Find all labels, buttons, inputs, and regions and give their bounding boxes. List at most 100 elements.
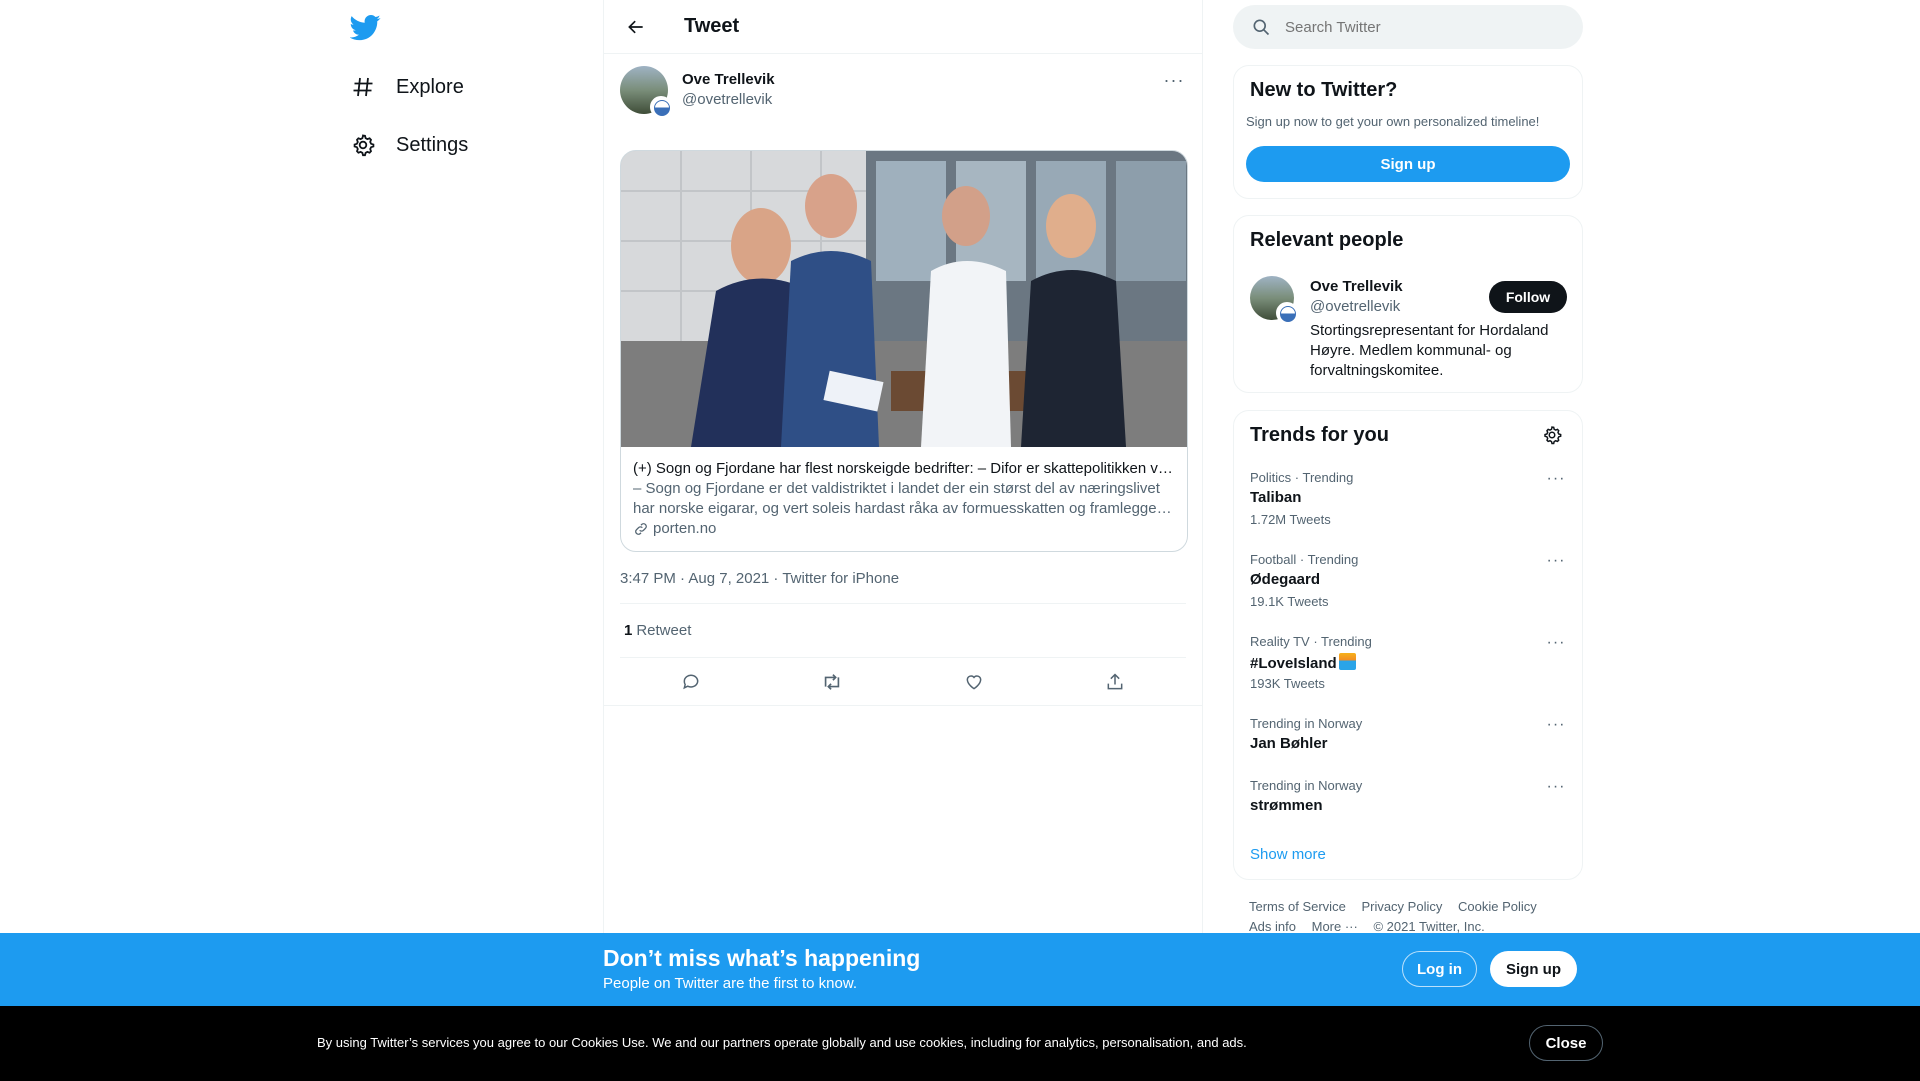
search-input[interactable] bbox=[1285, 18, 1545, 36]
trend-name-wrap: #LoveIsland bbox=[1250, 653, 1356, 672]
person-handle[interactable]: @ovetrellevik bbox=[1310, 298, 1400, 315]
log-in-button[interactable]: Log in bbox=[1402, 951, 1477, 987]
footer-link-more[interactable]: More ··· bbox=[1312, 919, 1358, 934]
trend-name: strømmen bbox=[1250, 797, 1323, 814]
relevant-people-panel: Relevant people Ove Trellevik @ovetrelle… bbox=[1233, 215, 1583, 393]
tweet-actions bbox=[604, 658, 1202, 706]
nav-item-explore[interactable]: Explore bbox=[350, 63, 464, 111]
trend-name: Taliban bbox=[1250, 489, 1302, 506]
tweet-stats[interactable]: 1 Retweet bbox=[620, 604, 1186, 658]
reply-button[interactable] bbox=[672, 663, 710, 701]
trend-item[interactable]: Reality TV · Trending #LoveIsland 193K T… bbox=[1234, 634, 1582, 716]
trend-context: Politics · Trending bbox=[1250, 470, 1354, 485]
trend-count: 19.1K Tweets bbox=[1250, 594, 1329, 609]
footer-link-privacy[interactable]: Privacy Policy bbox=[1361, 899, 1442, 914]
close-button[interactable]: Close bbox=[1529, 1025, 1603, 1061]
card-title: (+) Sogn og Fjordane har flest norskeigd… bbox=[633, 460, 1175, 477]
author-name[interactable]: Ove Trellevik bbox=[682, 70, 775, 90]
trend-item[interactable]: Football · Trending Ødegaard 19.1K Tweet… bbox=[1234, 552, 1582, 634]
share-button[interactable] bbox=[1096, 663, 1134, 701]
footer-row: Terms of Service Privacy Policy Cookie P… bbox=[1249, 897, 1579, 917]
trends-settings-button[interactable] bbox=[1542, 425, 1564, 447]
more-options-button[interactable]: ··· bbox=[1544, 634, 1568, 654]
trend-context: Trending in Norway bbox=[1250, 778, 1363, 793]
more-options-button[interactable]: ··· bbox=[1162, 70, 1186, 90]
trend-item[interactable]: Trending in Norway Jan Bøhler ··· bbox=[1234, 716, 1582, 778]
heart-icon bbox=[966, 674, 982, 690]
tweet-timestamp[interactable]: 3:47 PM · Aug 7, 2021 · Twitter for iPho… bbox=[620, 570, 1186, 604]
trends-panel: Trends for you Politics · Trending Talib… bbox=[1233, 410, 1583, 880]
gear-icon bbox=[1544, 426, 1562, 445]
search-bar[interactable] bbox=[1233, 5, 1583, 49]
more-options-button[interactable]: ··· bbox=[1544, 778, 1568, 798]
author-info: Ove Trellevik @ovetrellevik bbox=[682, 70, 775, 110]
sign-up-button[interactable]: Sign up bbox=[1490, 951, 1577, 987]
card-image bbox=[621, 151, 1187, 447]
nav-item-settings[interactable]: Settings bbox=[350, 121, 468, 169]
cookie-banner: By using Twitter’s services you agree to… bbox=[0, 1006, 1920, 1081]
trend-name: Ødegaard bbox=[1250, 571, 1321, 588]
trend-item[interactable]: Trending in Norway strømmen ··· bbox=[1234, 778, 1582, 840]
signup-banner: Don’t miss what’s happening People on Tw… bbox=[0, 933, 1920, 1006]
panel-title: New to Twitter? bbox=[1250, 79, 1398, 101]
page: Explore Settings Tweet Ove Trellevik @ov… bbox=[0, 0, 1920, 1081]
cookie-text: By using Twitter’s services you agree to… bbox=[317, 1035, 1247, 1050]
footer-copyright: © 2021 Twitter, Inc. bbox=[1373, 919, 1485, 934]
like-button[interactable] bbox=[955, 663, 993, 701]
avatar[interactable] bbox=[1250, 276, 1298, 324]
footer-link-ads-info[interactable]: Ads info bbox=[1249, 919, 1296, 934]
card-description: – Sogn og Fjordane er det valdistriktet … bbox=[633, 479, 1175, 519]
trend-name: Jan Bøhler bbox=[1250, 735, 1328, 752]
trend-item[interactable]: Politics · Trending Taliban 1.72M Tweets… bbox=[1234, 470, 1582, 552]
more-options-button[interactable]: ··· bbox=[1544, 552, 1568, 572]
panel-title: Relevant people bbox=[1250, 229, 1404, 251]
trend-context: Football · Trending bbox=[1250, 552, 1359, 567]
main-header: Tweet bbox=[604, 0, 1202, 54]
hashtag-icon bbox=[350, 74, 376, 100]
party-badge-icon bbox=[1276, 302, 1298, 324]
more-options-button[interactable]: ··· bbox=[1544, 716, 1568, 736]
footer-link-terms[interactable]: Terms of Service bbox=[1249, 899, 1346, 914]
reply-icon bbox=[682, 674, 699, 689]
nav-item-label: Explore bbox=[396, 75, 464, 98]
person-bio: Stortingsrepresentant for Hordaland Høyr… bbox=[1310, 322, 1549, 379]
avatar[interactable] bbox=[620, 66, 672, 118]
nav-item-label: Settings bbox=[396, 133, 469, 156]
banner-title: Don’t miss what’s happening bbox=[603, 945, 921, 971]
main-column: Tweet Ove Trellevik @ovetrellevik ··· (+… bbox=[603, 0, 1203, 1081]
trend-context: Reality TV · Trending bbox=[1250, 634, 1372, 649]
retweet-icon bbox=[825, 673, 840, 690]
card-description-line: har norske eigarar, og vert soleis harda… bbox=[633, 500, 1175, 517]
sign-up-button[interactable]: Sign up bbox=[1246, 146, 1570, 182]
retweet-count: 1 bbox=[624, 622, 633, 639]
back-button[interactable] bbox=[618, 9, 654, 45]
link-icon bbox=[633, 521, 649, 537]
follow-button[interactable]: Follow bbox=[1489, 281, 1567, 313]
banner-subtitle: People on Twitter are the first to know. bbox=[603, 975, 858, 992]
twitter-logo-icon[interactable] bbox=[349, 12, 381, 43]
show-more-link[interactable]: Show more bbox=[1250, 846, 1326, 863]
retweet-label: Retweet bbox=[636, 622, 692, 639]
person-name[interactable]: Ove Trellevik bbox=[1310, 278, 1403, 295]
footer: Terms of Service Privacy Policy Cookie P… bbox=[1249, 897, 1579, 937]
link-card[interactable]: (+) Sogn og Fjordane har flest norskeigd… bbox=[620, 150, 1188, 552]
gear-icon bbox=[350, 132, 376, 158]
panel-title: Trends for you bbox=[1250, 424, 1389, 446]
tweet-header: Ove Trellevik @ovetrellevik ··· bbox=[620, 66, 1186, 126]
search-icon bbox=[1251, 17, 1271, 37]
card-description-line: – Sogn og Fjordane er det valdistriktet … bbox=[633, 480, 1160, 497]
sunset-emoji-icon bbox=[1338, 653, 1356, 670]
share-icon bbox=[1107, 672, 1123, 689]
retweet-button[interactable] bbox=[813, 663, 851, 701]
tweet: Ove Trellevik @ovetrellevik ··· (+) Sogn… bbox=[604, 54, 1202, 706]
more-options-button[interactable]: ··· bbox=[1544, 470, 1568, 490]
page-title: Tweet bbox=[684, 15, 740, 37]
panel-subtitle: Sign up now to get your own personalized… bbox=[1246, 114, 1540, 129]
footer-link-cookies[interactable]: Cookie Policy bbox=[1458, 899, 1537, 914]
trend-context: Trending in Norway bbox=[1250, 716, 1363, 731]
card-body: (+) Sogn og Fjordane har flest norskeigd… bbox=[621, 447, 1187, 551]
trend-count: 193K Tweets bbox=[1250, 676, 1325, 691]
author-handle[interactable]: @ovetrellevik bbox=[682, 90, 775, 110]
card-domain: porten.no bbox=[633, 519, 1175, 539]
trend-name: #LoveIsland bbox=[1250, 655, 1337, 672]
